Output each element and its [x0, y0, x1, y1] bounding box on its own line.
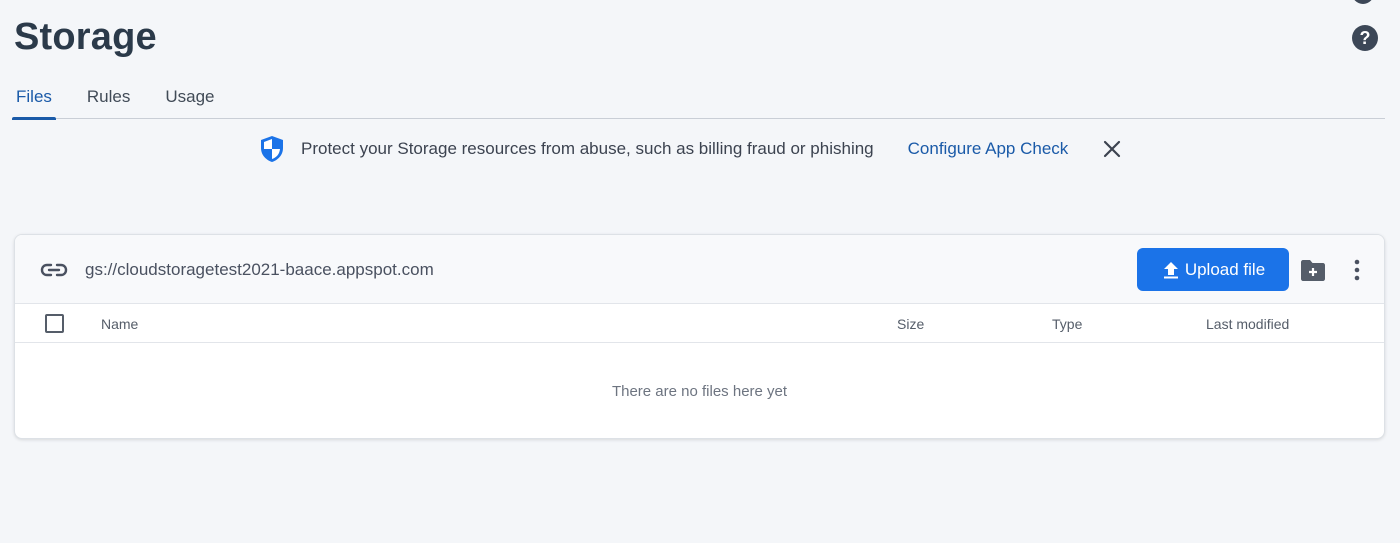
select-all-checkbox[interactable] — [45, 314, 64, 333]
more-vert-icon[interactable] — [1349, 257, 1365, 283]
tab-bar: Files Rules Usage — [12, 80, 1385, 120]
empty-state-message: There are no files here yet — [611, 383, 788, 400]
page-title: Storage — [14, 16, 157, 58]
app-check-banner: Protect your Storage resources from abus… — [258, 134, 1122, 164]
configure-app-check-link[interactable]: Configure App Check — [908, 139, 1069, 159]
link-icon[interactable] — [39, 259, 69, 281]
storage-page: Storage ? Files Rules Usage Protect your… — [0, 0, 1400, 543]
tab-usage[interactable]: Usage — [161, 80, 218, 119]
column-name[interactable]: Name — [101, 316, 138, 332]
column-size[interactable]: Size — [897, 316, 924, 332]
banner-message: Protect your Storage resources from abus… — [301, 139, 874, 158]
tab-files[interactable]: Files — [12, 80, 56, 120]
bucket-path: gs://cloudstoragetest2021-baace.appspot.… — [85, 260, 434, 279]
bucket-toolbar: gs://cloudstoragetest2021-baace.appspot.… — [15, 235, 1384, 304]
shield-icon — [261, 136, 283, 162]
upload-file-button[interactable]: Upload file — [1137, 248, 1289, 291]
help-icon[interactable]: ? — [1352, 25, 1378, 51]
close-icon[interactable] — [1102, 139, 1122, 159]
upload-file-label: Upload file — [1184, 259, 1266, 279]
column-type[interactable]: Type — [1052, 316, 1082, 332]
account-avatar[interactable] — [1352, 0, 1374, 4]
upload-icon — [1163, 261, 1178, 278]
new-folder-icon[interactable] — [1299, 257, 1327, 283]
files-card: gs://cloudstoragetest2021-baace.appspot.… — [14, 234, 1385, 439]
table-header: Name Size Type Last modified — [15, 304, 1384, 343]
tab-rules[interactable]: Rules — [83, 80, 134, 119]
column-last-modified[interactable]: Last modified — [1206, 316, 1289, 332]
